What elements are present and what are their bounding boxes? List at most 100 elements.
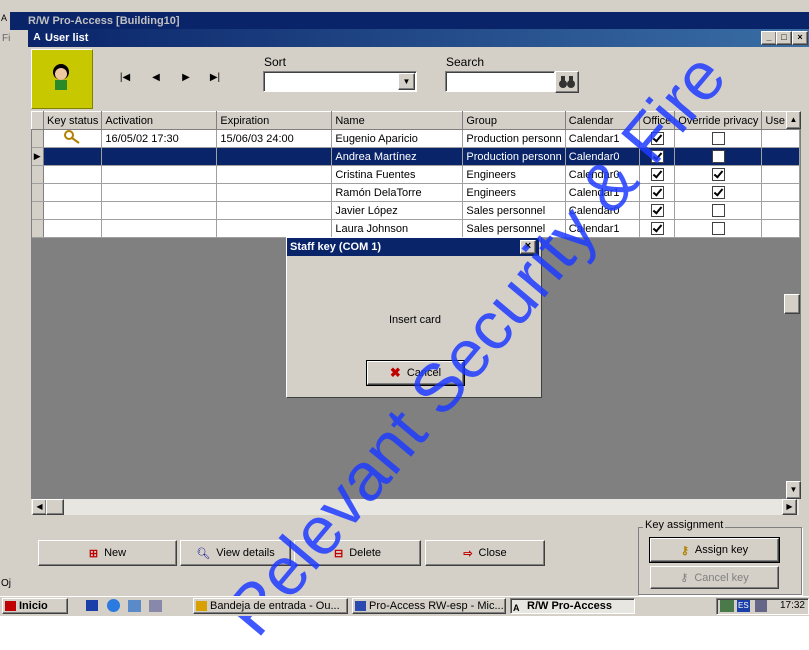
office-checkbox[interactable]	[639, 165, 676, 184]
key-disabled-icon: ⚷	[680, 572, 689, 584]
app-title-bar: R/W Pro-Access [Building10]	[10, 12, 809, 30]
close-window-button[interactable]: ×	[792, 31, 808, 45]
browser-icon[interactable]	[107, 599, 120, 612]
mail-icon[interactable]	[128, 600, 141, 612]
new-button[interactable]: ⊞ New	[38, 540, 177, 566]
word-icon	[355, 601, 366, 611]
column-header[interactable]: Name	[331, 111, 464, 130]
key-icon	[43, 129, 103, 148]
table-row[interactable]: Cristina Fuentes Engineers Calendar0	[31, 165, 801, 184]
row-pointer-icon[interactable]: ▶	[31, 147, 44, 166]
calendar-cell: Calendar0	[565, 165, 640, 184]
expiration-cell	[216, 219, 333, 238]
horizontal-scrollbar[interactable]: ◀ ▶	[31, 499, 799, 515]
key-status-cell	[43, 219, 103, 238]
override-checkbox[interactable]	[674, 219, 763, 238]
binoculars-icon	[559, 76, 575, 88]
column-header[interactable]: Office	[638, 111, 676, 130]
next-record-button[interactable]: ▶	[176, 70, 196, 86]
assign-key-button[interactable]: ⚷ Assign key	[649, 537, 780, 563]
group-cell: Engineers	[462, 165, 566, 184]
close-button[interactable]: ⇨ Close	[425, 540, 545, 566]
table-row[interactable]: Laura Johnson Sales personnel Calendar1	[31, 219, 801, 238]
dialog-close-button[interactable]: ×	[520, 240, 536, 254]
override-checkbox[interactable]	[674, 183, 763, 202]
column-header[interactable]: Group	[462, 111, 566, 130]
table-row[interactable]: Javier López Sales personnel Calendar0	[31, 201, 801, 220]
override-checkbox[interactable]	[674, 165, 763, 184]
dialog-cancel-button[interactable]: ✖ Cancel	[366, 360, 465, 386]
override-checkbox[interactable]	[674, 201, 763, 220]
user-icon-button[interactable]	[31, 49, 93, 109]
dialog-title-bar: Staff key (COM 1) ×	[287, 238, 539, 256]
horizontal-scroll-thumb[interactable]	[46, 499, 64, 515]
office-checkbox[interactable]	[639, 219, 676, 238]
task-word[interactable]: Pro-Access RW-esp - Mic...	[352, 598, 506, 614]
task-label: R/W Pro-Access	[527, 600, 612, 612]
office-checkbox[interactable]	[639, 183, 676, 202]
assign-key-label: Assign key	[694, 544, 749, 556]
start-button[interactable]: Inicio	[2, 598, 68, 614]
cancel-key-label: Cancel key	[694, 571, 749, 584]
user-list-title: User list	[45, 32, 89, 44]
delete-button[interactable]: ⊟ Delete	[294, 540, 421, 566]
name-cell: Andrea Martínez	[331, 147, 464, 166]
exit-arrow-icon: ⇨	[463, 547, 473, 560]
table-row[interactable]: ▶ Andrea Martínez Production personn Cal…	[31, 147, 801, 166]
override-checkbox[interactable]	[674, 129, 763, 148]
column-header[interactable]: Override privacy	[674, 111, 763, 130]
office-checkbox[interactable]	[639, 147, 676, 166]
vertical-scroll-thumb[interactable]	[784, 294, 800, 314]
scroll-down-icon[interactable]: ▼	[786, 481, 801, 499]
clock[interactable]: 17:32	[780, 600, 805, 611]
task-outlook[interactable]: Bandeja de entrada - Ou...	[193, 598, 348, 614]
scroll-right-icon[interactable]: ▶	[782, 499, 797, 515]
name-cell: Ramón DelaTorre	[331, 183, 464, 202]
table-row[interactable]: 16/05/02 17:30 15/06/03 24:00 Eugenio Ap…	[31, 129, 801, 148]
row-indicator[interactable]	[31, 129, 44, 148]
volume-icon[interactable]	[755, 600, 767, 612]
view-details-button[interactable]: 🔍︎ View details	[180, 540, 291, 566]
key-status-cell	[43, 201, 103, 220]
language-indicator[interactable]: ES	[737, 600, 750, 612]
cancel-key-button[interactable]: ⚷ Cancel key	[650, 566, 779, 589]
app-restore-icon[interactable]	[791, 15, 805, 27]
network-icon[interactable]	[720, 600, 734, 612]
key-assignment-label: Key assignment	[643, 519, 726, 531]
office-checkbox[interactable]	[639, 129, 676, 148]
column-header[interactable]: Calendar	[564, 111, 640, 130]
group-cell: Production personn	[462, 129, 566, 148]
column-header[interactable]: Key status	[42, 111, 103, 130]
maximize-button[interactable]: □	[776, 31, 792, 45]
table-row[interactable]: Ramón DelaTorre Engineers Calendar1	[31, 183, 801, 202]
task-label: Pro-Access RW-esp - Mic...	[369, 600, 504, 612]
task-label: Bandeja de entrada - Ou...	[210, 600, 340, 612]
last-record-button[interactable]: ▶|	[205, 70, 225, 86]
prev-record-button[interactable]: ◀	[146, 70, 166, 86]
task-pro-access[interactable]: A R/W Pro-Access	[510, 598, 635, 614]
scroll-left-icon[interactable]: ◀	[32, 499, 47, 515]
office-checkbox[interactable]	[639, 201, 676, 220]
binoculars-button[interactable]	[555, 71, 579, 93]
minimize-button[interactable]: _	[761, 31, 777, 45]
search-input[interactable]	[445, 71, 555, 92]
app-title: R/W Pro-Access [Building10]	[28, 15, 180, 27]
use-cell	[761, 147, 801, 166]
row-indicator[interactable]	[31, 183, 44, 202]
row-indicator[interactable]	[31, 201, 44, 220]
column-header[interactable]: Activation	[101, 111, 218, 130]
use-cell	[761, 165, 801, 184]
media-icon[interactable]	[149, 600, 162, 612]
first-record-button[interactable]: |◀	[115, 70, 135, 86]
window-icon: A	[33, 32, 41, 43]
override-checkbox[interactable]	[674, 147, 763, 166]
row-indicator[interactable]	[31, 219, 44, 238]
desktop-icon[interactable]	[86, 600, 98, 611]
chevron-down-icon[interactable]: ▼	[398, 73, 415, 90]
scroll-up-icon[interactable]: ▲	[786, 111, 801, 129]
name-cell: Laura Johnson	[331, 219, 464, 238]
column-header[interactable]: Expiration	[216, 111, 333, 130]
row-indicator[interactable]	[31, 165, 44, 184]
sort-dropdown[interactable]: ▼	[263, 71, 417, 92]
use-cell	[761, 219, 801, 238]
